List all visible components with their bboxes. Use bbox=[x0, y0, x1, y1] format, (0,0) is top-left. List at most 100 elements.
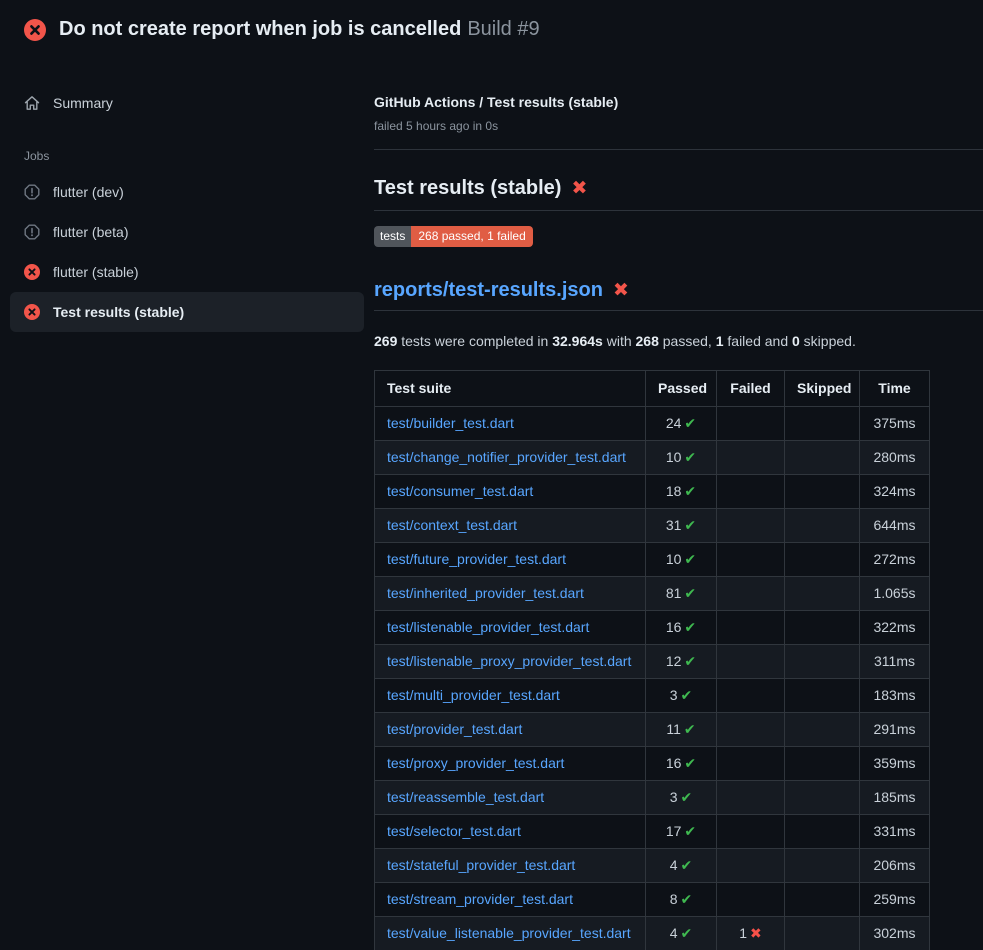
col-header-failed: Failed bbox=[717, 371, 785, 407]
check-icon: ✔ bbox=[681, 925, 693, 941]
summary-total: 269 bbox=[374, 333, 397, 349]
check-icon: ✔ bbox=[684, 551, 696, 567]
table-row: test/proxy_provider_test.dart16✔359ms bbox=[375, 747, 930, 781]
cell-time: 183ms bbox=[860, 679, 930, 713]
passed-count: 24 bbox=[666, 415, 682, 431]
divider bbox=[374, 149, 983, 150]
check-icon: ✔ bbox=[681, 789, 693, 805]
suite-link[interactable]: test/change_notifier_provider_test.dart bbox=[387, 449, 626, 465]
check-icon: ✔ bbox=[684, 415, 696, 431]
cell-passed: 3✔ bbox=[646, 781, 717, 815]
suite-link[interactable]: test/context_test.dart bbox=[387, 517, 517, 533]
cell-skipped bbox=[785, 815, 860, 849]
cell-skipped bbox=[785, 645, 860, 679]
cell-test-suite: test/stateful_provider_test.dart bbox=[375, 849, 646, 883]
failed-x-icon: ✖ bbox=[613, 281, 629, 300]
cell-skipped bbox=[785, 475, 860, 509]
passed-count: 81 bbox=[666, 585, 682, 601]
results-table: Test suite Passed Failed Skipped Time te… bbox=[374, 370, 930, 950]
passed-count: 18 bbox=[666, 483, 682, 499]
summary-skipped: 0 bbox=[792, 333, 800, 349]
check-icon: ✔ bbox=[684, 585, 696, 601]
table-row: test/stateful_provider_test.dart4✔206ms bbox=[375, 849, 930, 883]
check-icon: ✔ bbox=[684, 823, 696, 839]
passed-count: 31 bbox=[666, 517, 682, 533]
jobs-sidebar: Summary Jobs flutter (dev) flutter (beta… bbox=[0, 56, 374, 332]
x-circle-fill-icon bbox=[24, 264, 40, 280]
cell-test-suite: test/builder_test.dart bbox=[375, 407, 646, 441]
cell-skipped bbox=[785, 713, 860, 747]
build-header: Do not create report when job is cancell… bbox=[0, 0, 983, 56]
sidebar-item-flutter-dev[interactable]: flutter (dev) bbox=[10, 172, 364, 212]
summary-seg: passed, bbox=[659, 333, 716, 349]
cell-failed bbox=[717, 815, 785, 849]
passed-count: 3 bbox=[670, 687, 678, 703]
cell-time: 206ms bbox=[860, 849, 930, 883]
summary-duration: 32.964s bbox=[552, 333, 603, 349]
suite-link[interactable]: test/selector_test.dart bbox=[387, 823, 521, 839]
suite-link[interactable]: test/stateful_provider_test.dart bbox=[387, 857, 575, 873]
suite-link[interactable]: test/reassemble_test.dart bbox=[387, 789, 544, 805]
suite-link[interactable]: test/proxy_provider_test.dart bbox=[387, 755, 564, 771]
check-icon: ✔ bbox=[684, 721, 696, 737]
col-header-passed: Passed bbox=[646, 371, 717, 407]
cell-passed: 10✔ bbox=[646, 543, 717, 577]
cell-failed bbox=[717, 441, 785, 475]
check-icon: ✔ bbox=[684, 755, 696, 771]
col-header-skipped: Skipped bbox=[785, 371, 860, 407]
failed-x-icon: ✖ bbox=[571, 179, 587, 198]
section-title: Test results (stable) ✖ bbox=[374, 175, 983, 211]
suite-link[interactable]: test/listenable_proxy_provider_test.dart bbox=[387, 653, 631, 669]
cell-passed: 10✔ bbox=[646, 441, 717, 475]
passed-count: 12 bbox=[666, 653, 682, 669]
summary-seg: tests were completed in bbox=[397, 333, 552, 349]
cell-time: 331ms bbox=[860, 815, 930, 849]
table-row: test/inherited_provider_test.dart 81✔ 1.06… bbox=[375, 577, 930, 611]
suite-link[interactable]: test/listenable_provider_test.dart bbox=[387, 619, 589, 635]
cell-skipped bbox=[785, 407, 860, 441]
sidebar-item-summary[interactable]: Summary bbox=[10, 83, 364, 123]
summary-passed: 268 bbox=[636, 333, 659, 349]
sidebar-item-flutter-beta[interactable]: flutter (beta) bbox=[10, 212, 364, 252]
cell-skipped bbox=[785, 781, 860, 815]
suite-link[interactable]: test/builder_test.dart bbox=[387, 415, 514, 431]
failed-count: 1 bbox=[739, 925, 747, 941]
sidebar-item-test-results-stable[interactable]: Test results (stable) bbox=[10, 292, 364, 332]
check-run-panel: GitHub Actions / Test results (stable) f… bbox=[374, 56, 983, 950]
cell-passed: 4✔ bbox=[646, 917, 717, 950]
suite-link[interactable]: test/consumer_test.dart bbox=[387, 483, 533, 499]
sidebar-item-label: flutter (dev) bbox=[53, 182, 124, 202]
cell-passed: 11✔ bbox=[646, 713, 717, 747]
sidebar-item-flutter-stable[interactable]: flutter (stable) bbox=[10, 252, 364, 292]
home-icon bbox=[24, 95, 40, 111]
summary-text: 269 tests were completed in 32.964s with… bbox=[374, 332, 983, 351]
suite-link[interactable]: test/provider_test.dart bbox=[387, 721, 522, 737]
build-number: Build #9 bbox=[467, 18, 539, 40]
cell-failed: 1✖ bbox=[717, 917, 785, 950]
cell-failed bbox=[717, 475, 785, 509]
section-title-text: Test results (stable) bbox=[374, 175, 561, 201]
passed-count: 4 bbox=[670, 857, 678, 873]
check-icon: ✔ bbox=[684, 653, 696, 669]
cell-time: 322ms bbox=[860, 611, 930, 645]
cell-failed bbox=[717, 611, 785, 645]
passed-count: 11 bbox=[666, 721, 681, 737]
suite-link[interactable]: test/future_provider_test.dart bbox=[387, 551, 566, 567]
cell-time: 1.065s bbox=[860, 577, 930, 611]
suite-link[interactable]: test/value_listenable_provider_test.dart bbox=[387, 925, 631, 941]
check-icon: ✔ bbox=[684, 449, 696, 465]
cell-time: 324ms bbox=[860, 475, 930, 509]
report-file-link[interactable]: reports/test-results.json bbox=[374, 277, 603, 303]
cell-time: 280ms bbox=[860, 441, 930, 475]
cell-failed bbox=[717, 407, 785, 441]
cell-passed: 18✔ bbox=[646, 475, 717, 509]
suite-link[interactable]: test/multi_provider_test.dart bbox=[387, 687, 560, 703]
suite-link[interactable]: test/inherited_provider_test.dart bbox=[387, 585, 584, 601]
col-header-test-suite: Test suite bbox=[375, 371, 646, 407]
cell-test-suite: test/consumer_test.dart bbox=[375, 475, 646, 509]
table-row: test/context_test.dart31✔644ms bbox=[375, 509, 930, 543]
check-icon: ✔ bbox=[684, 483, 696, 499]
suite-link[interactable]: test/stream_provider_test.dart bbox=[387, 891, 573, 907]
cell-test-suite: test/future_provider_test.dart bbox=[375, 543, 646, 577]
x-circle-fill-icon bbox=[24, 304, 40, 320]
